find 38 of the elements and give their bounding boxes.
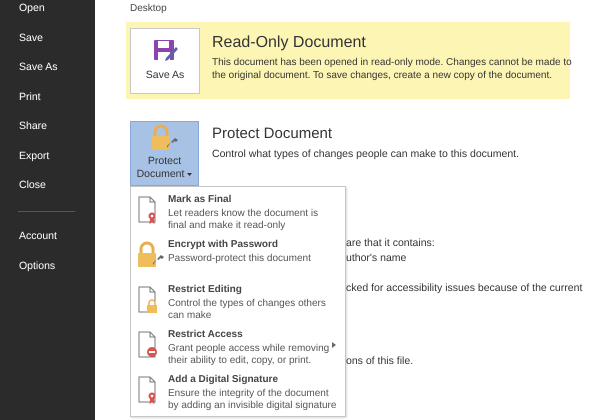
sidebar-item[interactable]: Options [0,252,95,282]
menu-item-text: Password-protect this document [168,253,312,265]
menu-item[interactable]: Encrypt with Password Password-protect this document [131,238,345,277]
menu-item[interactable]: Mark as Final Let readers know the document is final and make it read-only [131,193,345,232]
menu-item-text: Control the types of changes others can make [168,298,327,322]
save-as-button[interactable]: Save As [130,28,200,94]
info-text: uthor's name [346,251,406,266]
menu-item[interactable]: Restrict Editing Control the types of changes others can make [131,283,345,322]
menu-item-title: Add a Digital Signature [168,373,280,387]
info-text: cked for accessibility issues because of the current [346,281,582,296]
info-text: ons of this file. [346,354,414,369]
menu-item-text: Ensure the integrity of the document by adding an invisible digital signature [168,388,338,412]
sidebar-item[interactable]: Share [0,112,95,142]
caret-icon [187,173,192,176]
sidebar-item[interactable]: Save [0,24,95,54]
menu-item[interactable]: Add a Digital Signature Ensure the integrity of the document by adding an invisible digital signature [131,373,345,412]
sidebar-item[interactable]: Open [0,0,95,24]
location-label: Desktop [130,2,167,16]
info-text: are that it contains: [346,236,435,251]
protect-document-button[interactable]: Protect Document [130,121,199,186]
menu-item-text: Let readers know the document is final and make it read-only [168,208,320,232]
sidebar-item[interactable]: Print [0,82,95,112]
banner-text: This document has been opened in read-only mode. Changes cannot be made to the original document. To save changes, create a new copy of the document. [212,56,572,82]
lock-key-icon [150,124,180,152]
menu-item[interactable]: Restrict Access Grant people access while removing their ability to edit, copy, or print. [131,328,345,367]
menu-item-title: Restrict Access [168,328,244,342]
lock-key-icon [137,241,165,270]
banner-title: Read-Only Document [212,33,367,53]
section-text: Control what types of changes people can make to this document. [212,147,520,162]
sidebar-item[interactable]: Export [0,142,95,172]
menu-item-title: Encrypt with Password [168,238,280,252]
menu-item-title: Restrict Editing [168,283,243,297]
sidebar-item[interactable]: Account [0,222,95,252]
menu-item-title: Mark as Final [168,193,232,207]
sidebar-item[interactable]: Close [0,172,95,202]
menu-item-text: Grant people access while removing their ability to edit, copy, or print. [168,343,330,367]
sidebar-item[interactable]: Save As [0,53,95,83]
section-title: Protect Document [212,124,334,144]
